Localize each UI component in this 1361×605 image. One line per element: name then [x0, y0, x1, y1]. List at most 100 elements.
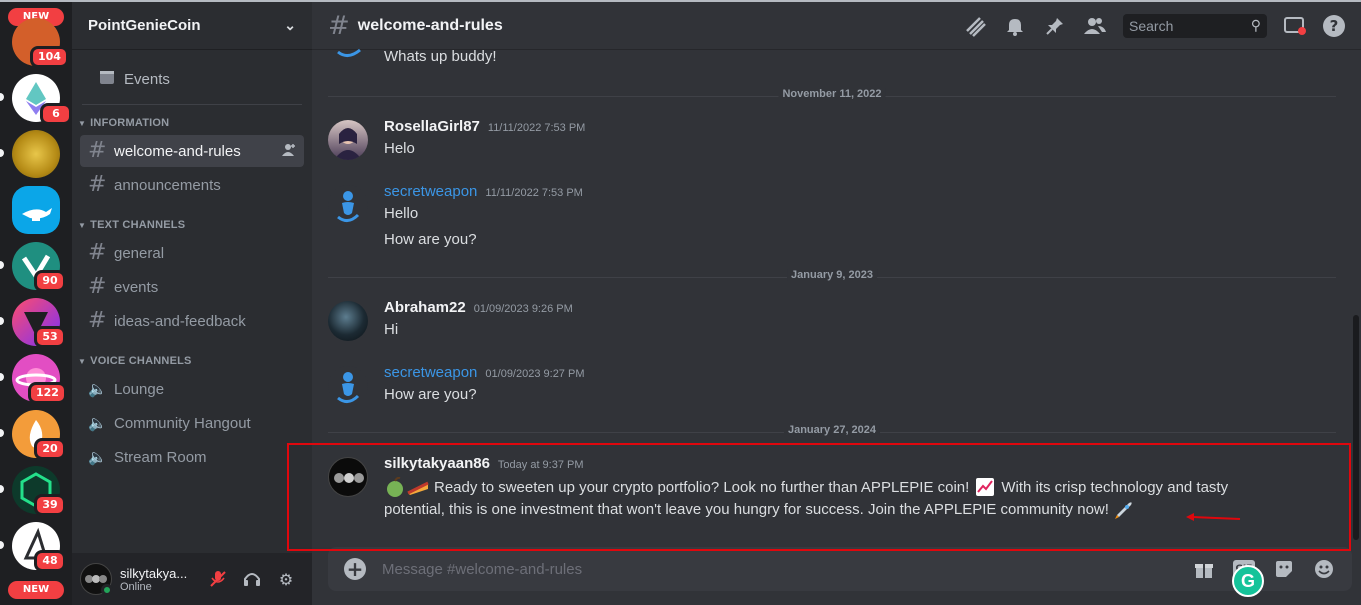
server-icon-pointgeniecoin[interactable]	[12, 186, 60, 234]
mute-microphone-button[interactable]	[202, 563, 234, 595]
mention-badge: 122	[28, 382, 67, 404]
headphones-icon	[244, 573, 260, 586]
server-icon-gold-coin[interactable]	[12, 130, 60, 178]
category-voice-channels[interactable]: ▼ VOICE CHANNELS	[72, 351, 312, 371]
member-list-button[interactable]	[1083, 14, 1107, 38]
category-text-channels[interactable]: ▼ TEXT CHANNELS	[72, 215, 312, 235]
channel-events[interactable]: # events	[80, 271, 304, 303]
channel-title: welcome-and-rules	[357, 16, 503, 34]
deafen-button[interactable]	[236, 563, 268, 595]
message[interactable]: silkytakyaan86 Today at 9:37 PM Ready to…	[328, 455, 1328, 525]
invite-user-icon[interactable]	[282, 143, 296, 160]
avatar[interactable]	[328, 457, 368, 497]
server-header[interactable]: PointGenieCoin ⌄	[72, 2, 312, 50]
message-list: Whats up buddy! November 11, 2022 Rosell…	[312, 48, 1353, 540]
mention-badge: 48	[34, 550, 66, 572]
unread-pill	[0, 485, 4, 493]
bell-icon	[1007, 18, 1023, 36]
message-text: How are you?	[384, 231, 477, 248]
avatar[interactable]	[328, 366, 368, 406]
help-button[interactable]: ?	[1323, 14, 1345, 37]
emoji-button[interactable]	[1312, 557, 1336, 581]
voice-channel-stream-room[interactable]: 🔈 Stream Room	[80, 441, 304, 473]
grammarly-button[interactable]: G	[1232, 565, 1264, 597]
hash-icon: #	[88, 274, 107, 299]
channel-announcements[interactable]: # announcements	[80, 169, 304, 201]
channel-welcome-and-rules[interactable]: # welcome-and-rules	[80, 135, 304, 167]
upload-plus-button[interactable]: +	[344, 558, 366, 580]
search-input[interactable]: Search ⚲	[1123, 13, 1267, 38]
message-composer: + GIF	[328, 547, 1352, 591]
user-settings-button[interactable]: ⚙	[270, 563, 302, 595]
author-name[interactable]: secretweapon	[384, 183, 477, 200]
timestamp: 01/09/2023 9:26 PM	[473, 303, 573, 315]
message-header: Abraham22 01/09/2023 9:26 PM	[384, 299, 573, 316]
scrollbar[interactable]	[1353, 50, 1359, 540]
gear-icon: ⚙	[278, 569, 294, 589]
message[interactable]: RosellaGirl87 11/11/2022 7:53 PM Helo	[328, 118, 1328, 166]
sticker-button[interactable]	[1272, 557, 1296, 581]
category-information[interactable]: ▼ INFORMATION	[72, 113, 312, 133]
date-divider: January 27, 2024	[328, 424, 1336, 436]
avatar[interactable]	[80, 563, 113, 596]
timestamp: 11/11/2022 7:53 PM	[485, 187, 583, 199]
inbox-button[interactable]	[1283, 14, 1307, 38]
unread-pill	[0, 373, 4, 381]
search-placeholder: Search	[1129, 17, 1174, 34]
author-name[interactable]: RosellaGirl87	[384, 118, 480, 135]
genie-avatar-icon	[337, 191, 360, 222]
avatar[interactable]	[328, 185, 368, 225]
message-header: RosellaGirl87 11/11/2022 7:53 PM	[384, 118, 585, 135]
threads-button[interactable]	[963, 14, 987, 38]
hash-icon: #	[88, 308, 107, 333]
events-link[interactable]: Events	[80, 62, 304, 96]
pinned-messages-button[interactable]	[1043, 14, 1067, 38]
unread-pill	[0, 541, 4, 549]
author-name[interactable]: secretweapon	[384, 364, 477, 381]
mention-badge: 90	[34, 270, 66, 292]
avatar[interactable]	[328, 301, 368, 341]
category-label: VOICE CHANNELS	[90, 355, 192, 367]
channel-label: welcome-and-rules	[114, 142, 241, 160]
voice-channel-lounge[interactable]: 🔈 Lounge	[80, 373, 304, 405]
message-text-line: Ready to sweeten up your crypto portfoli…	[384, 477, 1228, 497]
message-text: Hello	[384, 205, 419, 222]
chevron-down-icon: ▼	[78, 118, 87, 128]
message-text: Ready to sweeten up your crypto portfoli…	[434, 478, 970, 496]
chart-increasing-icon	[976, 478, 995, 496]
online-status-dot	[101, 584, 113, 596]
speaker-icon: 🔈	[88, 449, 107, 466]
channel-label: Stream Room	[114, 448, 207, 466]
date-divider-label: November 11, 2022	[778, 88, 886, 100]
author-name[interactable]: silkytakyaan86	[384, 455, 490, 472]
message[interactable]: secretweapon 01/09/2023 9:27 PM How are …	[328, 364, 1328, 412]
user-info[interactable]: silkytakya... Online	[120, 566, 200, 593]
unread-pill	[0, 261, 4, 269]
message[interactable]: secretweapon 11/11/2022 7:53 PM Hello Ho…	[328, 183, 1328, 253]
message[interactable]: Abraham22 01/09/2023 9:26 PM Hi	[328, 299, 1328, 347]
notifications-button[interactable]	[1003, 14, 1027, 38]
voice-channel-community-hangout[interactable]: 🔈 Community Hangout	[80, 407, 304, 439]
channel-ideas-and-feedback[interactable]: # ideas-and-feedback	[80, 305, 304, 337]
avatar[interactable]	[328, 120, 368, 160]
hash-icon: #	[88, 240, 107, 265]
unread-pill	[0, 429, 4, 437]
gift-icon	[1195, 564, 1213, 578]
hash-icon: #	[88, 172, 107, 197]
scrollbar-thumb[interactable]	[1353, 315, 1359, 540]
threads-icon	[966, 16, 986, 37]
message-input[interactable]	[382, 547, 1176, 591]
category-label: TEXT CHANNELS	[90, 219, 186, 231]
channel-general[interactable]: # general	[80, 237, 304, 269]
message-text: With its crisp technology and tasty	[1001, 478, 1229, 496]
chevron-down-icon: ▼	[78, 356, 87, 366]
date-divider: January 9, 2023	[328, 269, 1336, 281]
gift-button[interactable]	[1192, 557, 1216, 581]
author-name[interactable]: Abraham22	[384, 299, 466, 316]
smiley-icon	[1315, 560, 1333, 578]
mention-badge: 20	[34, 438, 66, 460]
timestamp: 01/09/2023 9:27 PM	[485, 368, 585, 380]
channel-label: Community Hangout	[114, 414, 251, 432]
pie-icon	[407, 481, 429, 495]
new-servers-badge[interactable]: NEW	[8, 581, 64, 599]
